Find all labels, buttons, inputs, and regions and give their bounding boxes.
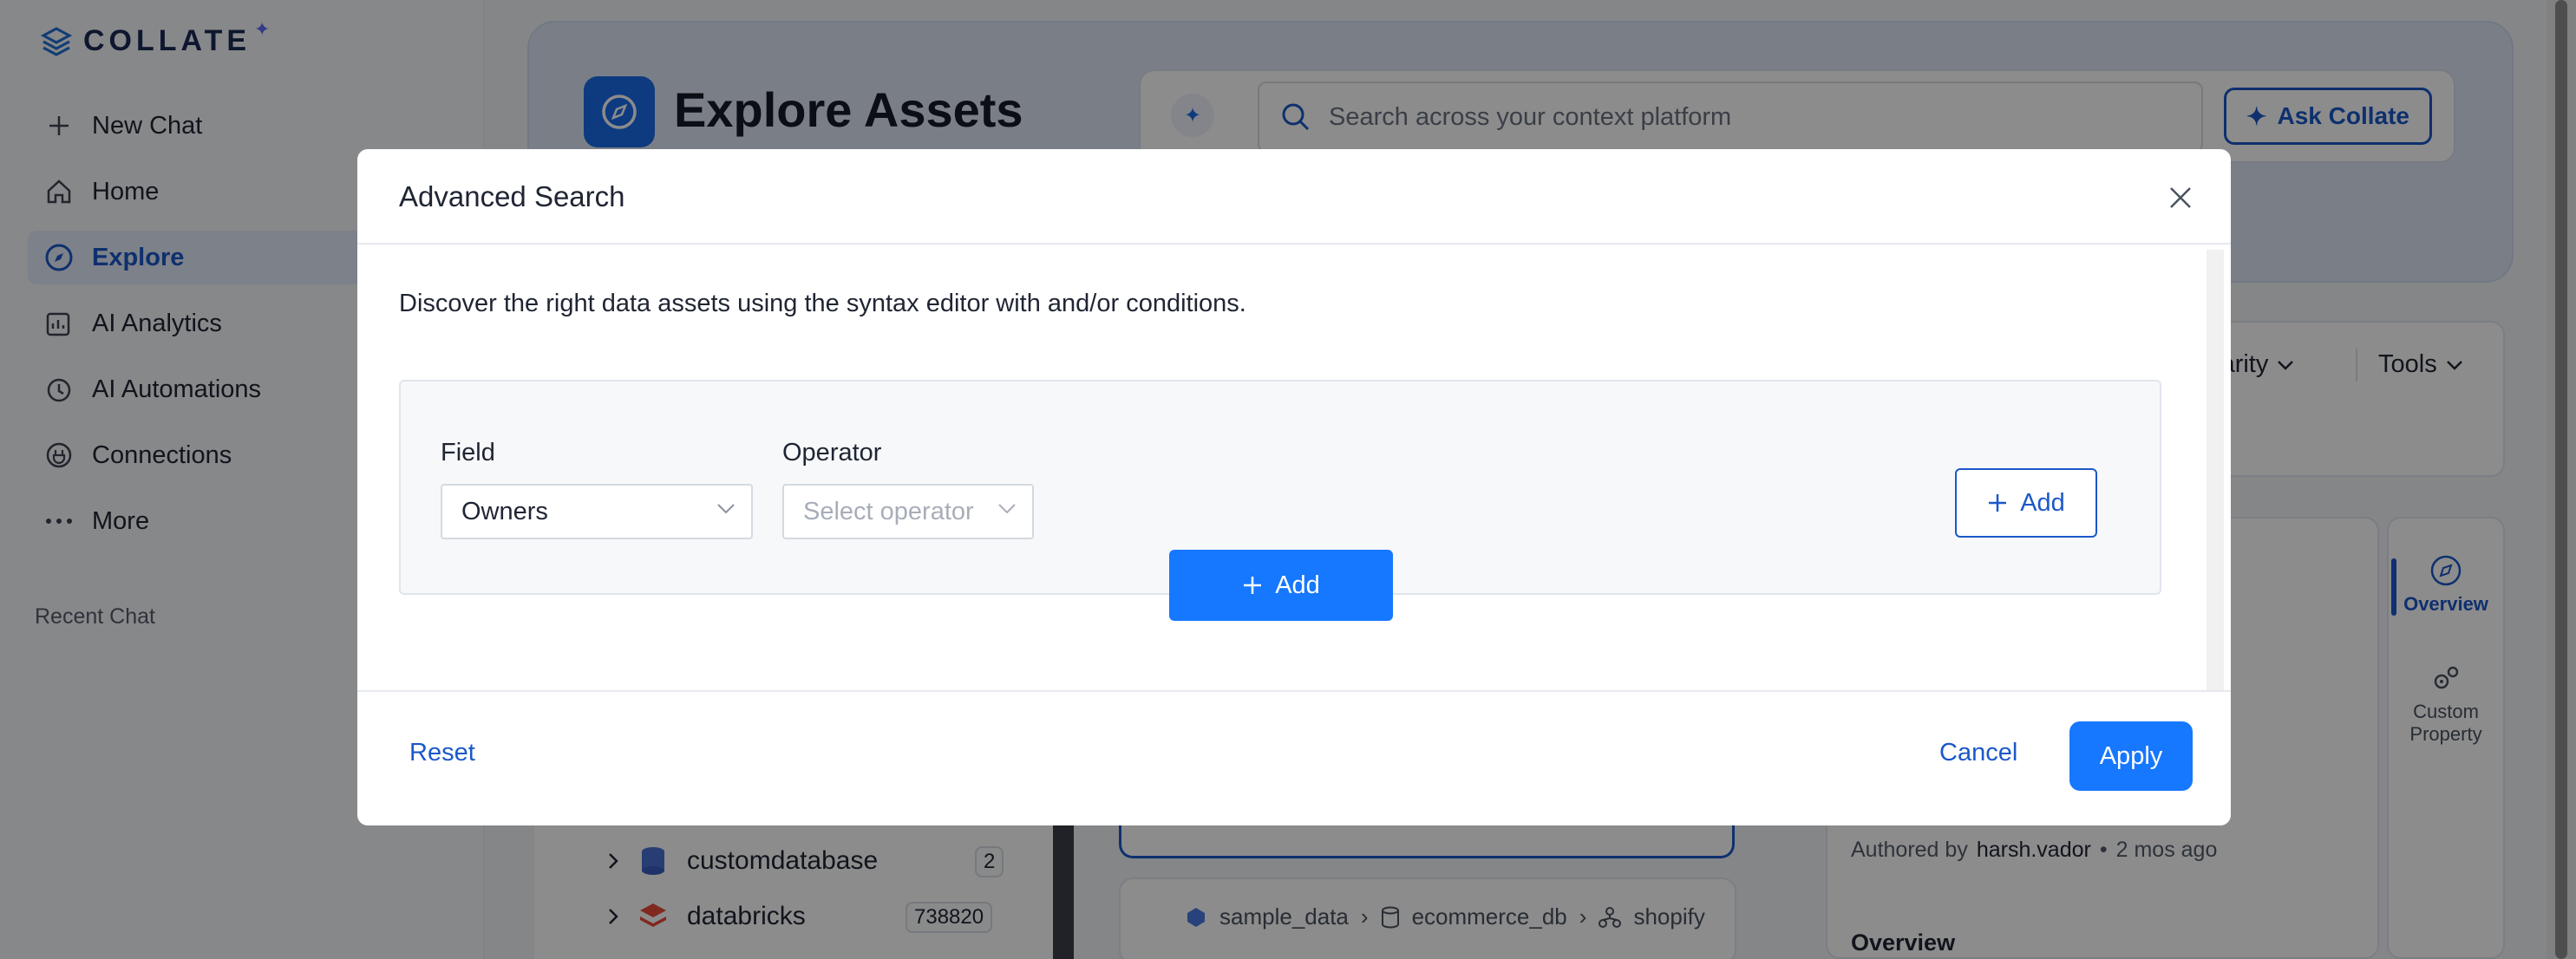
plus-icon: [1989, 494, 2007, 512]
field-select-value: Owners: [461, 497, 548, 525]
add-group-label: Add: [1275, 571, 1320, 599]
cancel-button[interactable]: Cancel: [1939, 739, 2017, 767]
apply-button[interactable]: Apply: [2069, 721, 2193, 791]
close-icon: [2170, 187, 2191, 208]
chevron-down-icon: [717, 504, 735, 514]
add-rule-button[interactable]: Add: [1955, 468, 2097, 538]
modal-header: [357, 149, 2231, 245]
add-group-button[interactable]: Add: [1169, 550, 1393, 621]
reset-button[interactable]: Reset: [409, 739, 475, 767]
modal-scrollbar[interactable]: [2207, 250, 2224, 690]
add-rule-label: Add: [2020, 488, 2065, 517]
field-select[interactable]: Owners: [441, 484, 753, 539]
close-button[interactable]: [2163, 180, 2198, 215]
chevron-down-icon: [998, 504, 1016, 514]
operator-select-placeholder: Select operator: [803, 497, 974, 525]
operator-label: Operator: [782, 439, 882, 466]
operator-select[interactable]: Select operator: [782, 484, 1034, 539]
modal-description: Discover the right data assets using the…: [399, 290, 1246, 317]
modal-title: Advanced Search: [399, 180, 625, 212]
advanced-search-modal: Advanced Search Discover the right data …: [357, 149, 2231, 825]
plus-icon: [1244, 577, 1262, 594]
field-label: Field: [441, 439, 495, 466]
